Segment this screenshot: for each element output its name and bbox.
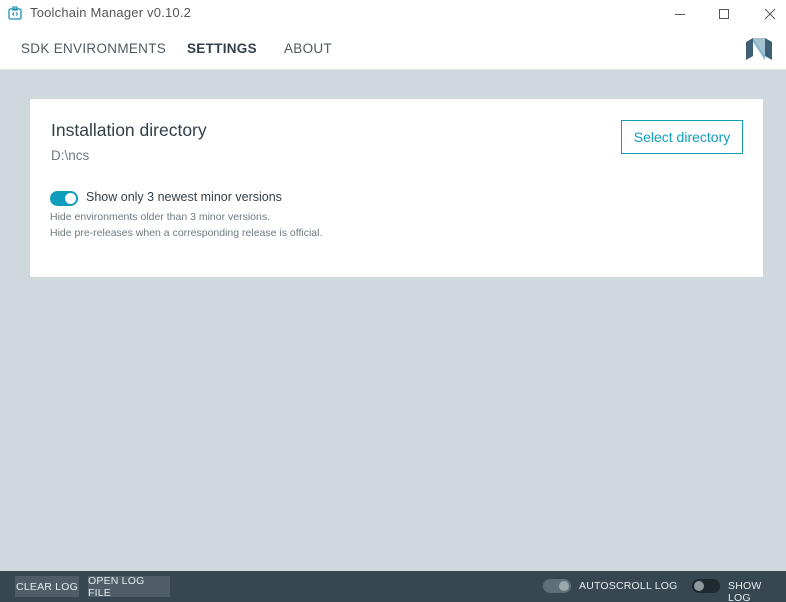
toggle-knob	[559, 581, 569, 591]
tab-about[interactable]: ABOUT	[284, 41, 332, 56]
app-window: Toolchain Manager v0.10.2 SDK ENVIRONMEN…	[0, 0, 786, 602]
autoscroll-log-label: AUTOSCROLL LOG	[579, 580, 678, 592]
toolchain-app-icon	[8, 6, 22, 20]
open-log-file-button[interactable]: OPEN LOG FILE	[88, 575, 170, 599]
close-button[interactable]	[747, 0, 786, 27]
toggle-knob	[65, 193, 76, 204]
installation-path: D:\ncs	[51, 148, 90, 163]
show-log-label: SHOW LOG	[728, 580, 762, 602]
show-log-toggle[interactable]	[692, 579, 720, 593]
tab-settings[interactable]: SETTINGS	[187, 41, 257, 56]
main-content: Installation directory D:\ncs Select dir…	[0, 70, 786, 571]
select-directory-button[interactable]: Select directory	[621, 120, 743, 154]
hint-pre-releases: Hide pre-releases when a corresponding r…	[50, 227, 323, 239]
newest-versions-toggle[interactable]	[50, 191, 78, 206]
minimize-icon	[675, 13, 685, 15]
clear-log-button[interactable]: CLEAR LOG	[15, 576, 79, 597]
toggle-knob	[694, 581, 704, 591]
close-icon	[764, 8, 776, 19]
nordic-logo-icon	[746, 38, 772, 60]
newest-versions-label: Show only 3 newest minor versions	[86, 190, 282, 204]
title-bar: Toolchain Manager v0.10.2	[0, 0, 786, 27]
hint-older-versions: Hide environments older than 3 minor ver…	[50, 211, 271, 223]
installation-directory-heading: Installation directory	[51, 120, 207, 140]
settings-card: Installation directory D:\ncs Select dir…	[30, 99, 763, 277]
maximize-icon	[719, 8, 729, 19]
window-title: Toolchain Manager v0.10.2	[30, 5, 192, 20]
log-bar: CLEAR LOG OPEN LOG FILE AUTOSCROLL LOG S…	[0, 571, 786, 602]
tab-sdk-environments[interactable]: SDK ENVIRONMENTS	[21, 41, 166, 56]
nav-bar: SDK ENVIRONMENTS SETTINGS ABOUT	[0, 27, 786, 70]
maximize-button[interactable]	[701, 0, 747, 27]
autoscroll-log-toggle[interactable]	[543, 579, 571, 593]
minimize-button[interactable]	[657, 0, 703, 27]
